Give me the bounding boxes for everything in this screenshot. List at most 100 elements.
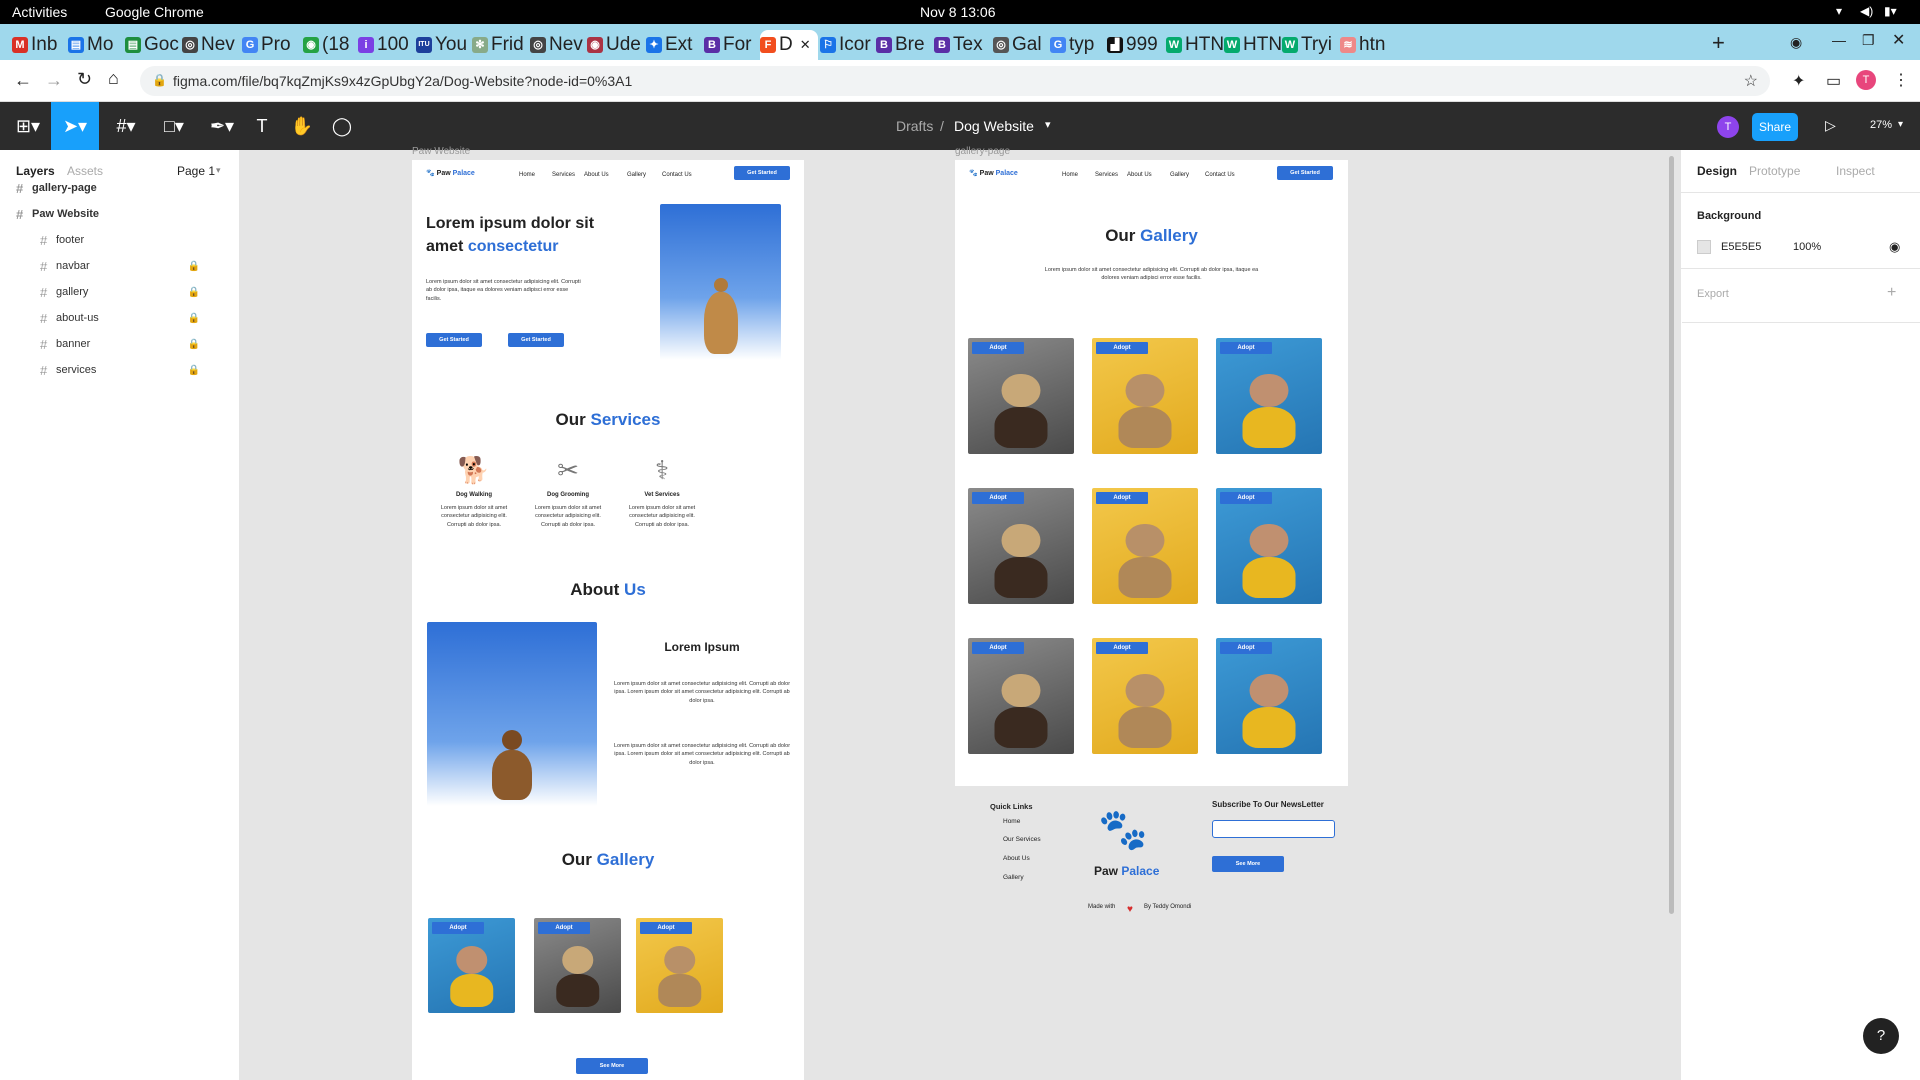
tab-16[interactable]: B Tex <box>934 32 1000 58</box>
tab-search-icon[interactable]: ◉ <box>1790 34 1802 51</box>
move-tool-icon[interactable]: ➤▾ <box>51 102 99 150</box>
battery-icon[interactable]: ▮▾ <box>1884 4 1897 18</box>
adopt-button[interactable]: Adopt <box>1096 642 1148 654</box>
profile-avatar[interactable]: T <box>1856 70 1876 90</box>
url-bar[interactable]: 🔒 figma.com/file/bq7kqZmjKs9x4zGpUbgY2a/… <box>140 66 1770 96</box>
collaborator-avatar[interactable]: T <box>1717 116 1739 138</box>
nav-about[interactable]: About Us <box>584 172 609 178</box>
tab-8[interactable]: ✻ Frid <box>472 32 538 58</box>
layer-navbar[interactable]: # navbar 🔒 <box>0 254 240 278</box>
adopt-button[interactable]: Adopt <box>972 492 1024 504</box>
nav-contact[interactable]: Contact Us <box>1205 172 1235 178</box>
tab-4[interactable]: G Pro <box>242 32 308 58</box>
activities-button[interactable]: Activities <box>12 4 67 20</box>
figma-main-menu-icon[interactable]: ⊞▾ <box>6 102 50 150</box>
adopt-button[interactable]: Adopt <box>1220 642 1272 654</box>
volume-icon[interactable]: ◀) <box>1860 4 1873 18</box>
lock-icon[interactable]: 🔒 <box>152 73 167 87</box>
paw-website-frame[interactable]: 🐾 Paw Palace Home Services About Us Gall… <box>412 160 804 1080</box>
chevron-down-icon[interactable]: ▾ <box>1045 118 1051 131</box>
adopt-button[interactable]: Adopt <box>640 922 692 934</box>
lock-icon[interactable]: 🔒 <box>188 313 200 324</box>
extensions-icon[interactable]: ✦ <box>1792 71 1805 91</box>
background-opacity[interactable]: 100% <box>1793 241 1821 253</box>
wifi-icon[interactable]: ▾ <box>1836 4 1842 18</box>
add-export-icon[interactable]: + <box>1887 284 1896 302</box>
comment-tool-icon[interactable]: ◯ <box>320 102 364 150</box>
chrome-app-menu[interactable]: Google Chrome <box>105 4 204 20</box>
hero-get-started-button-2[interactable]: Get Started <box>508 333 564 347</box>
frame-label-paw-website[interactable]: Paw Website <box>412 146 470 157</box>
gallery-page-frame[interactable]: 🐾 Paw Palace Home Services About Us Gall… <box>955 160 1348 932</box>
home-icon[interactable]: ⌂ <box>108 68 119 89</box>
shape-tool-icon[interactable]: □▾ <box>152 102 196 150</box>
lock-icon[interactable]: 🔒 <box>188 287 200 298</box>
adopt-button[interactable]: Adopt <box>538 922 590 934</box>
tab-22[interactable]: W Tryi <box>1282 32 1348 58</box>
hero-get-started-button-1[interactable]: Get Started <box>426 333 482 347</box>
footer-link-gallery[interactable]: Gallery <box>1003 874 1024 881</box>
bookmark-star-icon[interactable]: ☆ <box>1744 71 1758 91</box>
nav-get-started-button[interactable]: Get Started <box>1277 166 1333 180</box>
layer-paw-website[interactable]: # Paw Website <box>0 202 240 226</box>
tab-design[interactable]: Design <box>1697 164 1737 178</box>
tab-3[interactable]: ◎ Nev <box>182 32 248 58</box>
nav-services[interactable]: Services <box>1095 172 1118 178</box>
layer-about-us[interactable]: # about-us 🔒 <box>0 306 240 330</box>
footer-link-home[interactable]: Home <box>1003 818 1020 825</box>
help-button[interactable]: ? <box>1863 1018 1899 1054</box>
share-button[interactable]: Share <box>1752 113 1798 141</box>
clock[interactable]: Nov 8 13:06 <box>920 4 996 20</box>
lock-icon[interactable]: 🔒 <box>188 261 200 272</box>
file-name[interactable]: Dog Website <box>954 118 1034 134</box>
hand-tool-icon[interactable]: ✋ <box>280 102 324 150</box>
tab-23[interactable]: ≋ htn <box>1340 32 1406 58</box>
layer-gallery-page[interactable]: # gallery-page <box>0 176 240 200</box>
lock-icon[interactable]: 🔒 <box>188 339 200 350</box>
tab-6[interactable]: i 100 <box>358 32 424 58</box>
footer-link-about[interactable]: About Us <box>1003 855 1030 862</box>
nav-gallery[interactable]: Gallery <box>627 172 646 178</box>
eye-icon[interactable]: ◉ <box>1889 239 1900 255</box>
canvas-scrollbar[interactable] <box>1669 156 1674 914</box>
adopt-button[interactable]: Adopt <box>432 922 484 934</box>
nav-home[interactable]: Home <box>519 172 535 178</box>
tab-11[interactable]: ✦ Ext <box>646 32 712 58</box>
tab-inspect[interactable]: Inspect <box>1836 164 1875 178</box>
nav-services[interactable]: Services <box>552 172 575 178</box>
reload-icon[interactable]: ↻ <box>77 69 92 90</box>
close-tab-icon[interactable]: ✕ <box>800 37 811 53</box>
minimize-icon[interactable]: — <box>1832 32 1846 48</box>
adopt-button[interactable]: Adopt <box>972 342 1024 354</box>
tab-20[interactable]: W HTN <box>1166 32 1232 58</box>
footer-link-services[interactable]: Our Services <box>1003 836 1041 843</box>
layer-services[interactable]: # services 🔒 <box>0 358 240 382</box>
breadcrumb-drafts[interactable]: Drafts <box>896 118 933 134</box>
forward-icon[interactable]: → <box>45 70 63 91</box>
maximize-icon[interactable]: ❐ <box>1862 32 1875 49</box>
nav-get-started-button[interactable]: Get Started <box>734 166 790 180</box>
cast-icon[interactable]: ▭ <box>1826 71 1841 91</box>
frame-label-gallery-page[interactable]: gallery-page <box>955 146 1010 157</box>
chrome-menu-icon[interactable]: ⋮ <box>1893 70 1909 90</box>
lock-icon[interactable]: 🔒 <box>188 365 200 376</box>
close-window-icon[interactable]: ✕ <box>1892 30 1905 50</box>
see-more-button[interactable]: See More <box>576 1058 648 1074</box>
layer-banner[interactable]: # banner 🔒 <box>0 332 240 356</box>
tab-19[interactable]: ▟ 999 <box>1107 32 1173 58</box>
zoom-chevron-icon[interactable]: ▾ <box>1898 119 1903 130</box>
adopt-button[interactable]: Adopt <box>1096 342 1148 354</box>
present-play-icon[interactable]: ▷ <box>1825 117 1836 134</box>
background-color-swatch[interactable] <box>1697 240 1711 254</box>
adopt-button[interactable]: Adopt <box>1096 492 1148 504</box>
new-tab-button[interactable]: + <box>1712 30 1725 56</box>
nav-contact[interactable]: Contact Us <box>662 172 692 178</box>
tab-15[interactable]: B Bre <box>876 32 942 58</box>
adopt-button[interactable]: Adopt <box>1220 492 1272 504</box>
layer-footer[interactable]: # footer <box>0 228 240 252</box>
page-chevron-icon[interactable]: ▾ <box>216 165 221 176</box>
newsletter-see-more-button[interactable]: See More <box>1212 856 1284 872</box>
nav-home[interactable]: Home <box>1062 172 1078 178</box>
nav-about[interactable]: About Us <box>1127 172 1152 178</box>
tab-10[interactable]: ◉ Ude <box>587 32 653 58</box>
